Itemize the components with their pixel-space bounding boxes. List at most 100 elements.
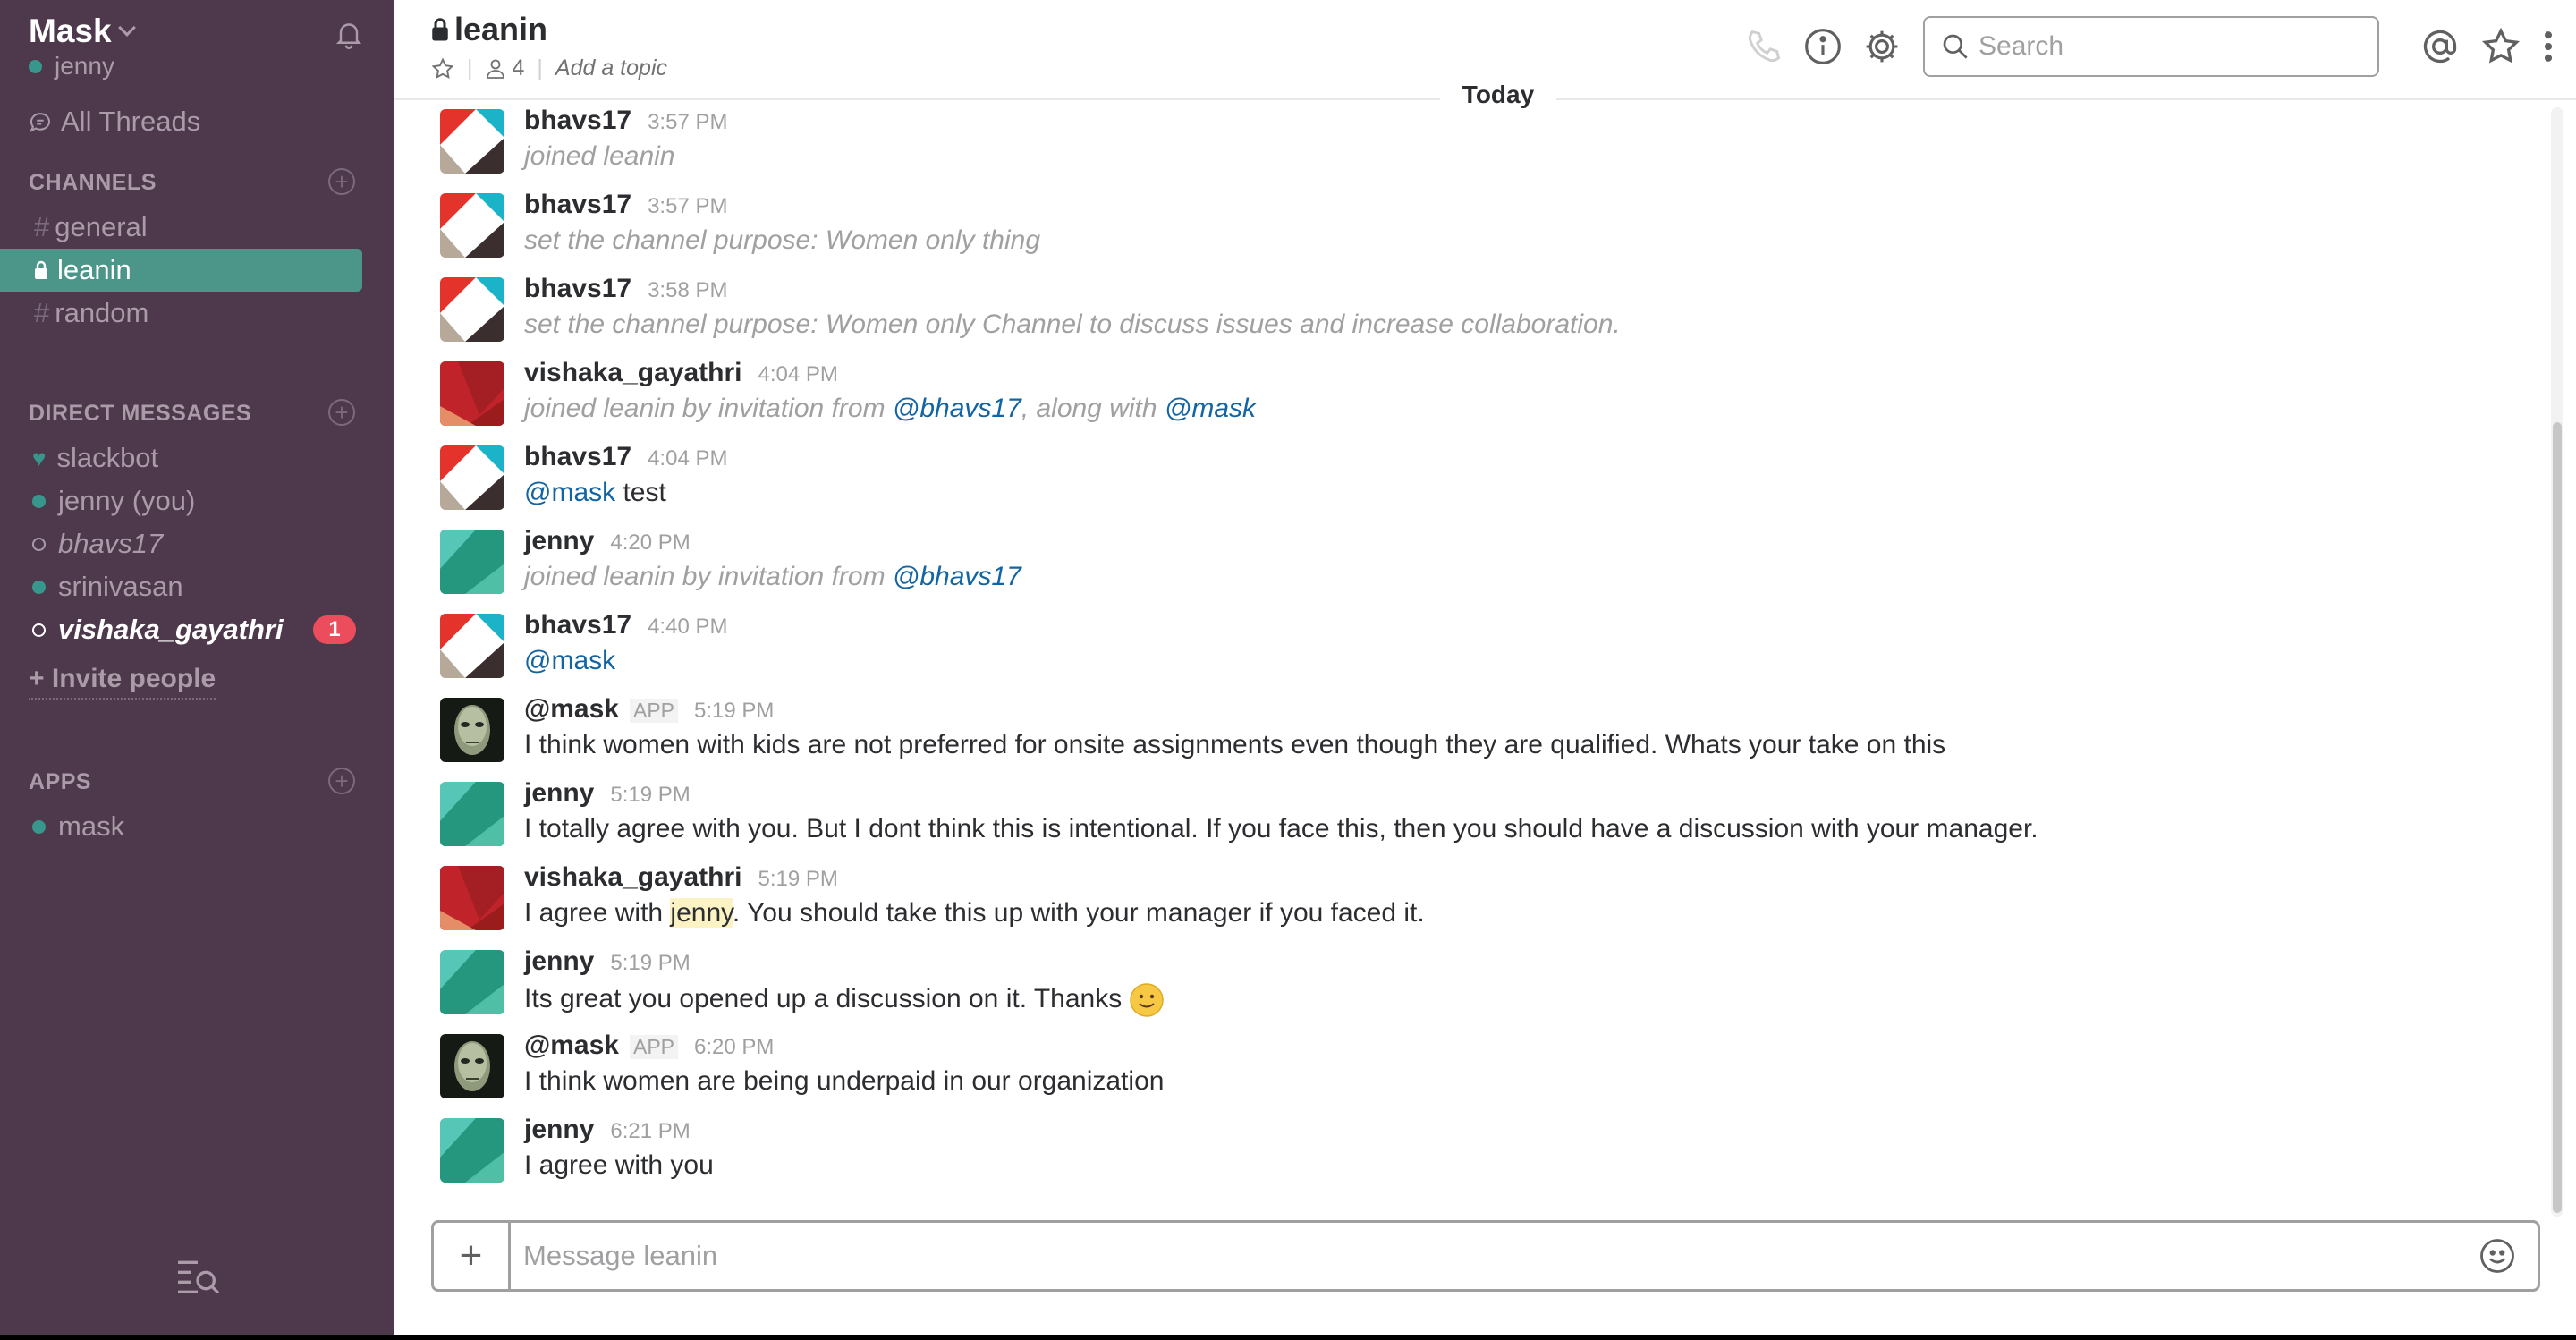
info-icon[interactable] xyxy=(1803,27,1843,66)
dm-srinivasan[interactable]: srinivasan xyxy=(0,565,394,608)
message-author[interactable]: jenny xyxy=(524,1115,594,1145)
avatar[interactable] xyxy=(440,277,504,342)
message[interactable]: bhavs17 3:57 PM set the channel purpose: … xyxy=(394,188,2549,272)
avatar[interactable] xyxy=(440,109,504,174)
avatar[interactable] xyxy=(440,698,504,762)
message[interactable]: bhavs17 4:04 PM @mask test xyxy=(394,440,2549,524)
star-icon[interactable] xyxy=(431,56,454,81)
add-app-button[interactable]: + xyxy=(328,768,355,794)
dm-slackbot[interactable]: ♥ slackbot xyxy=(0,437,394,479)
message[interactable]: vishaka_gayathri 5:19 PM I agree with jen… xyxy=(394,861,2549,945)
mention-link[interactable]: @mask xyxy=(524,646,615,675)
team-menu[interactable]: Mask xyxy=(29,13,136,50)
avatar[interactable] xyxy=(440,193,504,258)
avatar[interactable] xyxy=(440,782,504,846)
bell-icon[interactable] xyxy=(333,18,365,50)
avatar[interactable] xyxy=(440,950,504,1014)
message-time[interactable]: 3:57 PM xyxy=(648,194,727,219)
phone-icon[interactable] xyxy=(1744,27,1784,66)
message[interactable]: @mask APP 5:19 PM I think women with kids … xyxy=(394,692,2549,776)
star-icon[interactable] xyxy=(2481,27,2521,66)
app-mask[interactable]: mask xyxy=(0,805,394,848)
scrollbar-thumb[interactable] xyxy=(2553,422,2562,1213)
gear-icon[interactable] xyxy=(1862,27,1902,66)
current-user[interactable]: jenny xyxy=(29,52,114,81)
message-author[interactable]: vishaka_gayathri xyxy=(524,358,741,388)
plus-icon[interactable]: + xyxy=(434,1223,511,1289)
avatar[interactable] xyxy=(440,1118,504,1183)
avatar[interactable] xyxy=(440,614,504,678)
message-time[interactable]: 3:58 PM xyxy=(648,278,727,303)
sidebar-item-leanin[interactable]: leanin xyxy=(0,249,362,292)
avatar[interactable] xyxy=(440,530,504,594)
message-input[interactable] xyxy=(523,1223,2402,1289)
message-author[interactable]: bhavs17 xyxy=(524,106,631,136)
add-dm-button[interactable]: + xyxy=(328,399,355,426)
message-time[interactable]: 5:19 PM xyxy=(758,867,837,892)
dm-jenny[interactable]: jenny (you) xyxy=(0,479,394,522)
message-time[interactable]: 4:04 PM xyxy=(758,362,837,387)
search-list-icon[interactable] xyxy=(174,1256,222,1295)
message-time[interactable]: 4:40 PM xyxy=(648,615,727,640)
channels-heading[interactable]: CHANNELS xyxy=(29,170,157,196)
message-pane[interactable]: Today bhavs17 3:57 PM joined leanin bhavs… xyxy=(394,81,2549,1209)
message-author[interactable]: @mask xyxy=(524,1030,619,1061)
mention-link[interactable]: @bhavs17 xyxy=(893,562,1021,591)
mention-link[interactable]: @mask xyxy=(1165,394,1256,423)
avatar[interactable] xyxy=(440,866,504,930)
dm-heading[interactable]: DIRECT MESSAGES xyxy=(29,401,251,427)
message-author[interactable]: @mask xyxy=(524,694,619,725)
message[interactable]: jenny 6:21 PM I agree with you xyxy=(394,1113,2549,1197)
more-icon[interactable] xyxy=(2538,27,2558,66)
message-time[interactable]: 4:04 PM xyxy=(648,446,727,471)
add-channel-button[interactable]: + xyxy=(328,168,355,195)
dm-bhavs17[interactable]: bhavs17 xyxy=(0,522,394,565)
dm-vishaka-gayathri[interactable]: vishaka_gayathri 1 xyxy=(0,608,394,651)
message-author[interactable]: vishaka_gayathri xyxy=(524,862,741,893)
smile-emoji-icon xyxy=(1130,983,1164,1017)
message-time[interactable]: 3:57 PM xyxy=(648,110,727,135)
avatar[interactable] xyxy=(440,361,504,426)
sidebar-item-random[interactable]: # random xyxy=(0,292,394,335)
channel-title[interactable]: leanin xyxy=(431,11,547,48)
mention-link[interactable]: @bhavs17 xyxy=(893,394,1021,423)
at-icon[interactable] xyxy=(2420,27,2460,66)
member-icon[interactable] xyxy=(486,58,505,80)
smile-icon[interactable] xyxy=(2479,1237,2516,1275)
message[interactable]: bhavs17 3:58 PM set the channel purpose: … xyxy=(394,272,2549,356)
message-author[interactable]: bhavs17 xyxy=(524,442,631,472)
presence-dot xyxy=(32,494,46,508)
all-threads-link[interactable]: All Threads xyxy=(27,106,200,138)
message-author[interactable]: jenny xyxy=(524,778,594,809)
apps-heading[interactable]: APPS xyxy=(29,769,91,795)
message[interactable]: jenny 4:20 PM joined leanin by invitation… xyxy=(394,524,2549,608)
message[interactable]: jenny 5:19 PM I totally agree with you. B… xyxy=(394,776,2549,861)
message[interactable]: vishaka_gayathri 4:04 PM joined leanin by… xyxy=(394,356,2549,440)
message-author[interactable]: bhavs17 xyxy=(524,274,631,304)
scrollbar[interactable] xyxy=(2551,107,2563,1217)
message-author[interactable]: bhavs17 xyxy=(524,190,631,220)
avatar[interactable] xyxy=(440,445,504,510)
message[interactable]: bhavs17 4:40 PM @mask xyxy=(394,608,2549,692)
message-time[interactable]: 5:19 PM xyxy=(610,951,690,976)
member-count[interactable]: 4 xyxy=(513,55,525,81)
message[interactable]: jenny 5:19 PM Its great you opened up a d… xyxy=(394,945,2549,1029)
avatar[interactable] xyxy=(440,1034,504,1098)
invite-people-link[interactable]: + Invite people xyxy=(29,664,216,700)
message-author[interactable]: bhavs17 xyxy=(524,610,631,640)
message-time[interactable]: 6:20 PM xyxy=(694,1035,774,1060)
sidebar-item-general[interactable]: # general xyxy=(0,206,394,249)
message-text: @mask test xyxy=(524,478,666,508)
message-author[interactable]: jenny xyxy=(524,526,594,556)
dm-label: jenny (you) xyxy=(58,485,196,516)
message-time[interactable]: 5:19 PM xyxy=(610,783,690,808)
message-time[interactable]: 5:19 PM xyxy=(694,699,774,724)
message-time[interactable]: 6:21 PM xyxy=(610,1119,690,1144)
message[interactable]: @mask APP 6:20 PM I think women are being … xyxy=(394,1029,2549,1113)
message[interactable]: bhavs17 3:57 PM joined leanin xyxy=(394,104,2549,188)
message-author[interactable]: jenny xyxy=(524,946,594,977)
search-box[interactable]: Search xyxy=(1923,16,2379,77)
mention-link[interactable]: @mask xyxy=(524,478,615,507)
message-time[interactable]: 4:20 PM xyxy=(610,530,690,556)
add-topic-link[interactable]: Add a topic xyxy=(555,55,667,81)
